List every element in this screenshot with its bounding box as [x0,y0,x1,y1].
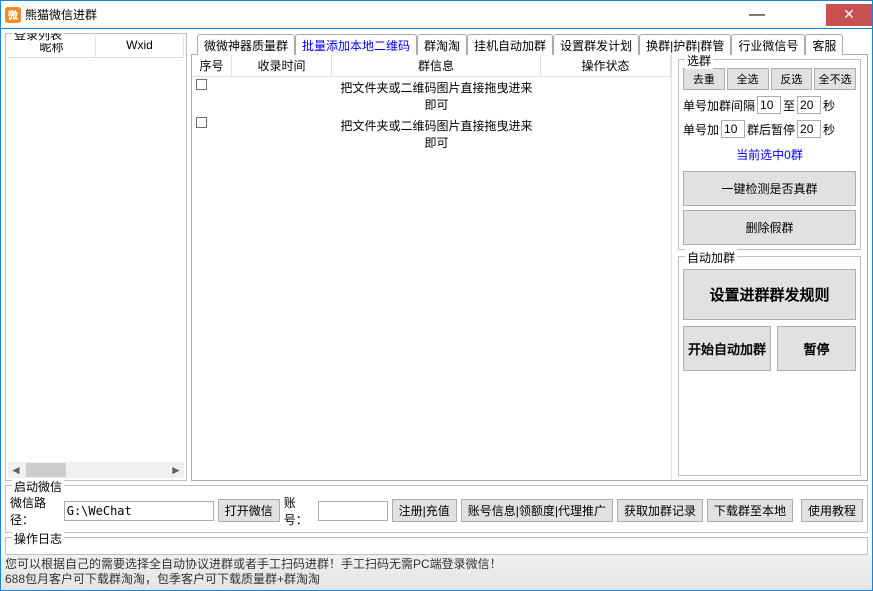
qr-col-status[interactable]: 操作状态 [541,55,671,76]
tab-5[interactable]: 换群|护群|群管 [639,34,731,55]
minimize-button[interactable]: — [734,4,780,26]
delete-fake-button[interactable]: 删除假群 [683,210,856,245]
set-rule-button[interactable]: 设置进群群发规则 [683,269,856,320]
table-row[interactable]: 把文件夹或二维码图片直接拖曳进来即可 [192,77,671,115]
select-legend: 选群 [685,55,713,69]
open-wechat-button[interactable]: 打开微信 [218,499,280,522]
tab-3[interactable]: 挂机自动加群 [467,34,553,55]
register-button[interactable]: 注册|充值 [392,499,457,522]
check-real-button[interactable]: 一键检测是否真群 [683,171,856,206]
table-row[interactable]: 把文件夹或二维码图片直接拖曳进来即可 [192,115,671,153]
log-legend: 操作日志 [12,530,64,547]
footer-line2: 688包月客户可下载群淘淘，包季客户可下载质量群+群淘淘 [5,572,868,588]
interval-to-input[interactable] [797,96,821,114]
tab-7[interactable]: 客服 [805,34,843,55]
selectnone-button[interactable]: 全不选 [814,68,856,90]
dedup-button[interactable]: 去重 [683,68,725,90]
account-label: 账号： [284,494,314,528]
qr-col-no[interactable]: 序号 [192,55,232,76]
interval-from-input[interactable] [757,96,781,114]
auto-legend: 自动加群 [685,249,737,266]
selectall-button[interactable]: 全选 [727,68,769,90]
path-input[interactable] [64,501,214,521]
tab-4[interactable]: 设置群发计划 [553,34,639,55]
login-legend: 登录列表 [12,33,64,43]
account-input[interactable] [318,501,388,521]
pause-label1: 单号加 [683,121,719,138]
close-button[interactable]: ✕ [826,4,872,26]
path-label: 微信路径： [10,494,60,528]
start-auto-button[interactable]: 开始自动加群 [683,326,771,371]
account-info-button[interactable]: 账号信息|领额度|代理推广 [461,499,613,522]
pause-sec-input[interactable] [797,120,821,138]
tab-1[interactable]: 批量添加本地二维码 [295,34,417,55]
tab-2[interactable]: 群淘淘 [417,34,467,55]
login-hscroll[interactable]: ◄► [8,462,184,478]
pause-label2: 群后暂停 [747,121,795,138]
interval-label: 单号加群间隔 [683,97,755,114]
launch-legend: 启动微信 [12,478,64,495]
row-checkbox[interactable] [196,117,207,128]
qr-col-time[interactable]: 收录时间 [232,55,332,76]
login-table-body[interactable] [8,58,184,462]
download-groups-button[interactable]: 下载群至本地 [707,499,793,522]
maximize-button[interactable] [780,4,826,26]
tutorial-button[interactable]: 使用教程 [801,499,863,522]
app-icon: 微 [5,7,21,23]
login-col-wxid[interactable]: Wxid [96,36,184,57]
row-checkbox[interactable] [196,79,207,90]
pause-count-input[interactable] [721,120,745,138]
invert-button[interactable]: 反选 [771,68,813,90]
tab-0[interactable]: 微微神器质量群 [197,34,295,55]
tab-6[interactable]: 行业微信号 [731,34,805,55]
qr-col-info[interactable]: 群信息 [332,55,541,76]
pause-button[interactable]: 暂停 [777,326,856,371]
get-record-button[interactable]: 获取加群记录 [617,499,703,522]
window-title: 熊猫微信进群 [25,6,97,23]
footer-line1: 您可以根据自己的需要选择全自动协议进群或者手工扫码进群！手工扫码无需PC端登录微… [5,557,868,573]
selected-count: 当前选中0群 [683,146,856,163]
